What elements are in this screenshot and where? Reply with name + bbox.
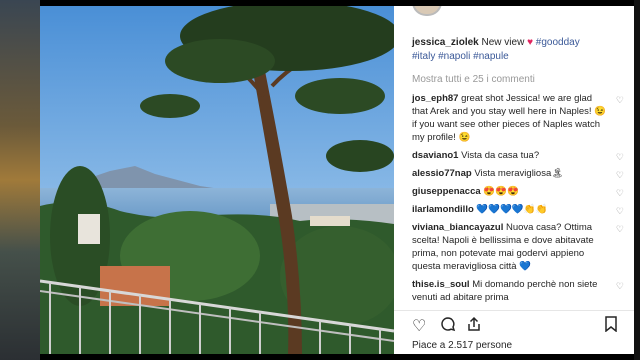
- comment-like-heart-icon[interactable]: ♡: [616, 151, 624, 164]
- comment-item: jos_eph87 great shot Jessica! we are gla…: [412, 92, 624, 144]
- comment-like-heart-icon[interactable]: ♡: [616, 205, 624, 218]
- comment-username[interactable]: thise.is_soul: [412, 279, 470, 290]
- comment-username[interactable]: dsaviano1: [412, 150, 458, 161]
- comment-item: giuseppenacca 😍😍😍 ♡: [412, 185, 624, 198]
- share-icon[interactable]: [466, 316, 482, 337]
- view-all-comments-link[interactable]: Mostra tutti e 25 i commenti: [412, 74, 535, 85]
- comment-item: dsaviano1 Vista da casa tua? ♡: [412, 149, 624, 162]
- comment-username[interactable]: ilarlamondillo: [412, 204, 474, 215]
- post-action-bar: ♡: [412, 316, 622, 336]
- comment-item: ilarlamondillo 💙💙💙💙👏👏 ♡: [412, 203, 624, 216]
- divider: [394, 310, 634, 311]
- caption-username[interactable]: jessica_ziolek: [412, 37, 479, 48]
- avatar[interactable]: [412, 6, 442, 16]
- comment-text: 😍😍😍: [483, 186, 519, 197]
- post-caption: jessica_ziolek New view ♥ #goodday #ital…: [412, 36, 612, 64]
- background-blur-strip: [0, 0, 40, 360]
- hashtag-link[interactable]: #goodday: [536, 37, 580, 48]
- comment-text: 💙💙💙💙👏👏: [476, 204, 548, 215]
- comment-text: Vista meravigliosa🏝: [474, 168, 564, 179]
- comment-username[interactable]: viviana_biancayazul: [412, 222, 503, 233]
- bookmark-icon[interactable]: [604, 316, 618, 337]
- comment-item: thise.is_soul Mi domando perchè non siet…: [412, 278, 624, 304]
- comment-bubble-icon[interactable]: [440, 316, 456, 337]
- comment-item: viviana_biancayazul Nuova casa? Ottima s…: [412, 221, 624, 273]
- comment-like-heart-icon[interactable]: ♡: [616, 187, 624, 200]
- heart-emoji: ♥: [527, 37, 534, 48]
- comment-like-heart-icon[interactable]: ♡: [616, 169, 624, 182]
- comment-item: alessio77nap Vista meravigliosa🏝 ♡: [412, 167, 624, 180]
- background-strip: [634, 0, 640, 360]
- comment-like-heart-icon[interactable]: ♡: [616, 280, 624, 293]
- comment-like-heart-icon[interactable]: ♡: [616, 94, 624, 107]
- naples-view-image: [40, 6, 394, 354]
- comment-text: Vista da casa tua?: [461, 150, 540, 161]
- comments-panel: jessica_ziolek New view ♥ #goodday #ital…: [394, 6, 634, 354]
- comment-list: jos_eph87 great shot Jessica! we are gla…: [412, 92, 624, 309]
- caption-text: New view: [481, 37, 525, 48]
- post-photo[interactable]: [40, 6, 394, 354]
- comment-username[interactable]: jos_eph87: [412, 93, 458, 104]
- comment-username[interactable]: giuseppenacca: [412, 186, 481, 197]
- heart-outline-icon[interactable]: ♡: [412, 316, 426, 336]
- likes-count[interactable]: Piace a 2.517 persone: [412, 340, 512, 351]
- comment-like-heart-icon[interactable]: ♡: [616, 223, 624, 236]
- comment-username[interactable]: alessio77nap: [412, 168, 472, 179]
- hashtag-links[interactable]: #italy #napoli #napule: [412, 51, 509, 62]
